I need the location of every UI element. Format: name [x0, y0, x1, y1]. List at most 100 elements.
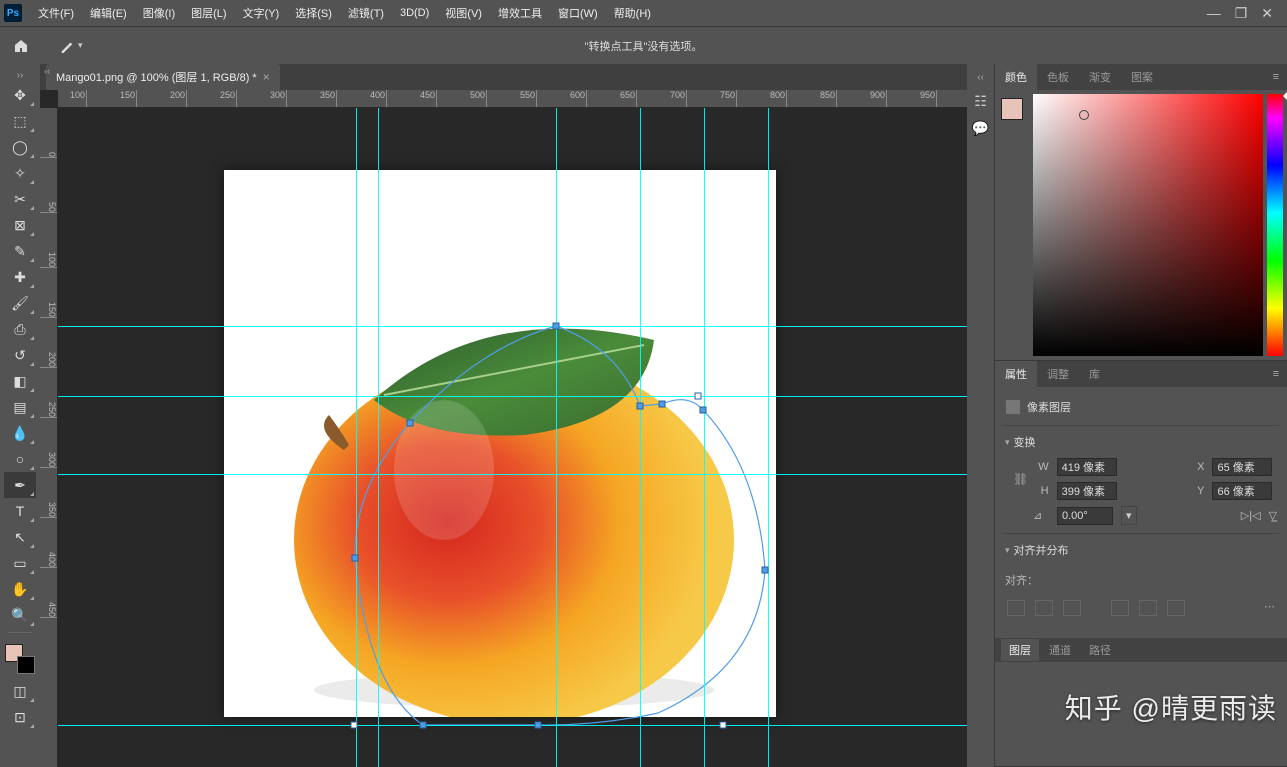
brush-tool[interactable]: 🖌 — [4, 290, 36, 316]
path-anchor[interactable] — [720, 722, 727, 729]
menu-filter[interactable]: 滤镜(T) — [340, 1, 392, 25]
tab-adjustments[interactable]: 调整 — [1037, 361, 1079, 387]
window-minimize-icon[interactable]: — — [1207, 5, 1221, 22]
path-anchor[interactable] — [407, 420, 414, 427]
healing-brush-tool[interactable]: ✚ — [4, 264, 36, 290]
flip-vertical-icon[interactable]: ▽̲ — [1269, 509, 1277, 522]
canvas[interactable] — [224, 170, 776, 717]
path-anchor[interactable] — [351, 722, 358, 729]
history-panel-icon[interactable]: ☷ — [974, 93, 987, 110]
home-button[interactable] — [6, 31, 36, 61]
panel-menu-icon[interactable]: ≡ — [1265, 368, 1287, 380]
menu-3d[interactable]: 3D(D) — [392, 3, 437, 23]
magic-wand-tool[interactable]: ✧ — [4, 160, 36, 186]
path-select-tool[interactable]: ↖ — [4, 524, 36, 550]
tool-preset-dropdown[interactable]: ▾ — [54, 37, 89, 55]
guide-horizontal[interactable] — [58, 396, 967, 397]
rectangle-tool[interactable]: ▭ — [4, 550, 36, 576]
frame-tool[interactable]: ⊠ — [4, 212, 36, 238]
history-brush-tool[interactable]: ↺ — [4, 342, 36, 368]
align-vcenter-icon[interactable] — [1139, 600, 1157, 616]
background-swatch[interactable] — [17, 656, 35, 674]
window-restore-icon[interactable]: ❐ — [1235, 5, 1248, 22]
color-picker-field[interactable] — [1033, 94, 1263, 356]
vertical-ruler[interactable]: 050100150200250300350400450 — [40, 108, 58, 767]
color-fg-swatch[interactable] — [1001, 98, 1023, 120]
guide-vertical[interactable] — [768, 108, 769, 767]
tab-swatches[interactable]: 色板 — [1037, 64, 1079, 90]
angle-field[interactable] — [1057, 507, 1113, 525]
tab-properties[interactable]: 属性 — [995, 361, 1037, 387]
guide-vertical[interactable] — [640, 108, 641, 767]
chevron-down-icon[interactable]: ▾ — [1005, 437, 1010, 448]
eyedropper-tool[interactable]: ✎ — [4, 238, 36, 264]
tab-channels[interactable]: 通道 — [1041, 639, 1079, 661]
hand-tool[interactable]: ✋ — [4, 576, 36, 602]
menu-plugins[interactable]: 增效工具 — [490, 1, 550, 25]
x-field[interactable] — [1212, 458, 1272, 476]
align-more-icon[interactable]: ⋯ — [1264, 600, 1275, 616]
guide-vertical[interactable] — [556, 108, 557, 767]
tab-color[interactable]: 颜色 — [995, 64, 1037, 90]
menu-edit[interactable]: 编辑(E) — [82, 1, 135, 25]
height-field[interactable] — [1057, 482, 1117, 500]
tab-libraries[interactable]: 库 — [1079, 361, 1110, 387]
horizontal-ruler[interactable]: 1001502002503003504004505005506006507007… — [58, 90, 967, 108]
collapse-tools-icon[interactable]: ›› — [17, 70, 24, 82]
align-top-icon[interactable] — [1111, 600, 1129, 616]
guide-vertical[interactable] — [704, 108, 705, 767]
link-wh-icon[interactable]: ⛓ — [1011, 472, 1030, 486]
path-anchor[interactable] — [420, 722, 427, 729]
path-anchor[interactable] — [553, 323, 560, 330]
menu-layer[interactable]: 图层(L) — [183, 1, 234, 25]
path-anchor[interactable] — [700, 407, 707, 414]
crop-tool[interactable]: ✂ — [4, 186, 36, 212]
menu-window[interactable]: 窗口(W) — [550, 1, 606, 25]
y-field[interactable] — [1212, 482, 1272, 500]
comments-panel-icon[interactable]: 💬 — [972, 120, 989, 137]
menu-type[interactable]: 文字(Y) — [235, 1, 288, 25]
tab-layers[interactable]: 图层 — [1001, 639, 1039, 661]
blur-tool[interactable]: 💧 — [4, 420, 36, 446]
guide-horizontal[interactable] — [58, 725, 967, 726]
flip-horizontal-icon[interactable]: ▷|◁ — [1241, 509, 1261, 522]
close-tab-icon[interactable]: × — [263, 70, 270, 84]
document-tab[interactable]: Mango01.png @ 100% (图层 1, RGB/8) * × — [46, 64, 280, 90]
width-field[interactable] — [1057, 458, 1117, 476]
align-hcenter-icon[interactable] — [1035, 600, 1053, 616]
path-anchor[interactable] — [637, 403, 644, 410]
zoom-tool[interactable]: 🔍 — [4, 602, 36, 628]
quick-mask-tool[interactable]: ◫ — [4, 678, 36, 704]
path-anchor[interactable] — [352, 555, 359, 562]
clone-stamp-tool[interactable]: ⎙ — [4, 316, 36, 342]
window-close-icon[interactable]: ✕ — [1261, 5, 1273, 22]
menu-file[interactable]: 文件(F) — [30, 1, 82, 25]
expand-dock-icon[interactable]: ‹‹ — [977, 72, 984, 83]
hue-slider[interactable] — [1267, 94, 1283, 356]
dodge-tool[interactable]: ○ — [4, 446, 36, 472]
color-swatches[interactable] — [5, 644, 35, 674]
panel-menu-icon[interactable]: ≡ — [1265, 71, 1287, 83]
guide-horizontal[interactable] — [58, 474, 967, 475]
chevron-down-icon[interactable]: ▾ — [1005, 545, 1010, 556]
align-bottom-icon[interactable] — [1167, 600, 1185, 616]
pen-tool[interactable]: ✒ — [4, 472, 36, 498]
angle-dropdown-icon[interactable]: ▾ — [1121, 506, 1137, 525]
menu-select[interactable]: 选择(S) — [287, 1, 340, 25]
path-anchor[interactable] — [762, 567, 769, 574]
menu-help[interactable]: 帮助(H) — [606, 1, 659, 25]
tab-patterns[interactable]: 图案 — [1121, 64, 1163, 90]
move-tool[interactable]: ✥ — [4, 82, 36, 108]
path-anchor[interactable] — [695, 393, 702, 400]
marquee-tool[interactable]: ⬚ — [4, 108, 36, 134]
guide-horizontal[interactable] — [58, 326, 967, 327]
path-anchor[interactable] — [659, 401, 666, 408]
menu-image[interactable]: 图像(I) — [135, 1, 183, 25]
lasso-tool[interactable]: ◯ — [4, 134, 36, 160]
menu-view[interactable]: 视图(V) — [437, 1, 490, 25]
gradient-tool[interactable]: ▤ — [4, 394, 36, 420]
guide-vertical[interactable] — [378, 108, 379, 767]
collapse-doc-icon[interactable]: ‹‹ — [44, 66, 50, 76]
screen-mode-tool[interactable]: ⊡ — [4, 704, 36, 730]
tab-gradients[interactable]: 渐变 — [1079, 64, 1121, 90]
